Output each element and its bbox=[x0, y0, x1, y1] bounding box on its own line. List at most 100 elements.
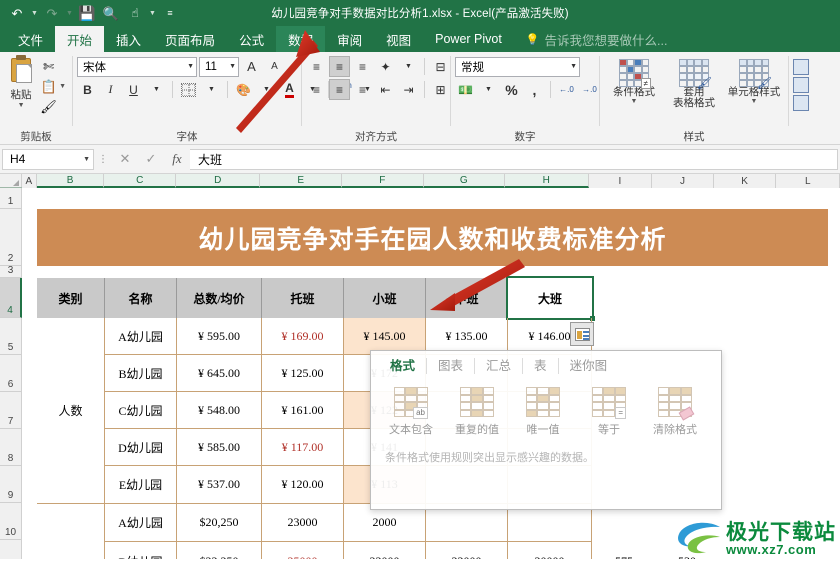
insert-cells-icon[interactable] bbox=[793, 59, 809, 75]
align-center-button[interactable]: ≡ bbox=[329, 79, 350, 100]
increase-decimal-button[interactable]: ←.0 bbox=[556, 79, 577, 100]
table-header-tuoban[interactable]: 托班 bbox=[262, 278, 344, 318]
chevron-down-icon[interactable]: ▼ bbox=[83, 156, 90, 163]
row-header-3[interactable]: 3 bbox=[0, 266, 22, 278]
column-header-G[interactable]: G bbox=[424, 174, 506, 188]
quick-analysis-item-list[interactable]: ab 文本包含 重复的值 唯一值 bbox=[371, 381, 721, 437]
wrap-text-button[interactable]: ⊟ bbox=[430, 56, 451, 77]
quick-analysis-popup[interactable]: 格式 图表 汇总 表 迷你图 ab 文本包含 bbox=[370, 350, 722, 510]
decrease-indent-button[interactable]: ⇤ bbox=[375, 79, 396, 100]
redo-dropdown-icon[interactable]: ▼ bbox=[65, 10, 74, 17]
ribbon-tab-bar[interactable]: 文件 开始 插入 页面布局 公式 数据 审阅 视图 Power Pivot 💡 … bbox=[0, 26, 840, 52]
column-header-F[interactable]: F bbox=[342, 174, 424, 188]
select-all-button[interactable] bbox=[0, 174, 22, 187]
table-cell-total[interactable]: ¥ 595.00 bbox=[177, 318, 262, 355]
category-cell-people[interactable]: 人数 bbox=[37, 318, 105, 504]
cell-styles-button[interactable]: 🖌 单元格样式 ▼ bbox=[725, 57, 783, 105]
orientation-button[interactable]: ✦ bbox=[375, 56, 396, 77]
table-header-daban[interactable]: 大班 bbox=[508, 278, 592, 318]
grid-cells-area[interactable]: 幼儿园竞争对手在园人数和收费标准分析 类别 名称 总数/均价 托班 小班 中班 … bbox=[22, 188, 840, 559]
column-header-C[interactable]: C bbox=[104, 174, 176, 188]
quick-access-toolbar[interactable]: ↶ ▼ ↷ ▼ 💾 🔍 ☝ ▼ ≡ bbox=[0, 3, 181, 23]
percent-style-button[interactable]: % bbox=[501, 79, 522, 100]
tab-view[interactable]: 视图 bbox=[374, 26, 423, 52]
increase-indent-button[interactable]: ⇥ bbox=[398, 79, 419, 100]
accounting-format-button[interactable]: 💵 bbox=[455, 79, 476, 100]
row-header-11[interactable]: 11 bbox=[0, 540, 22, 559]
column-header-I[interactable]: I bbox=[589, 174, 653, 188]
formula-input[interactable]: 大班 bbox=[190, 149, 838, 170]
column-header-A[interactable]: A bbox=[22, 174, 37, 188]
table-cell-total[interactable]: ¥ 645.00 bbox=[177, 355, 262, 392]
copy-dropdown-icon[interactable]: ▼ bbox=[59, 83, 66, 90]
row-header-4[interactable]: 4 bbox=[0, 278, 22, 318]
row-header-10[interactable]: 10 bbox=[0, 503, 22, 540]
align-bottom-button[interactable]: ≡ bbox=[352, 56, 373, 77]
table-cell-total[interactable]: ¥ 548.00 bbox=[177, 392, 262, 429]
qa-tab-tables[interactable]: 表 bbox=[523, 356, 558, 376]
column-header-K[interactable]: K bbox=[714, 174, 777, 188]
conditional-formatting-button[interactable]: ≠ 条件格式 ▼ bbox=[605, 57, 663, 105]
row-header-6[interactable]: 6 bbox=[0, 355, 22, 392]
confirm-formula-button[interactable]: ✓ bbox=[138, 149, 164, 170]
tab-home[interactable]: 开始 bbox=[55, 26, 104, 52]
merge-center-button[interactable]: ⊞ bbox=[430, 79, 451, 100]
row-header-1[interactable]: 1 bbox=[0, 188, 22, 209]
worksheet[interactable]: A B C D E F G H I J K L 1 2 3 4 5 6 7 8 … bbox=[0, 174, 840, 559]
row-header-7[interactable]: 7 bbox=[0, 392, 22, 429]
table-cell-tuoban[interactable]: 25000 bbox=[262, 542, 344, 559]
tab-data[interactable]: 数据 bbox=[276, 26, 325, 52]
orientation-dropdown-icon[interactable]: ▼ bbox=[398, 56, 419, 77]
table-cell-total[interactable]: ¥ 537.00 bbox=[177, 466, 262, 504]
row-header-column[interactable]: 1 2 3 4 5 6 7 8 9 10 11 bbox=[0, 188, 22, 559]
table-cell-zhongban[interactable]: 22000 bbox=[426, 542, 508, 559]
table-cell-tuoban[interactable]: ¥ 169.00 bbox=[262, 318, 344, 355]
undo-icon[interactable]: ↶ bbox=[6, 3, 28, 23]
qa-tab-formatting[interactable]: 格式 bbox=[379, 356, 426, 376]
qa-item-duplicate-values[interactable]: 重复的值 bbox=[445, 387, 509, 437]
tell-me-box[interactable]: 💡 告诉我您想要做什么... bbox=[514, 26, 680, 52]
save-icon[interactable]: 💾 bbox=[76, 3, 98, 23]
tab-power-pivot[interactable]: Power Pivot bbox=[423, 26, 514, 52]
qa-item-equal-to[interactable]: = 等于 bbox=[577, 387, 641, 437]
font-size-combo[interactable]: 11 ▼ bbox=[199, 57, 239, 77]
column-header-L[interactable]: L bbox=[776, 174, 840, 188]
qa-item-unique-values[interactable]: 唯一值 bbox=[511, 387, 575, 437]
fill-color-button[interactable]: 🎨 bbox=[233, 79, 254, 100]
table-cell-extra-1[interactable]: 575 bbox=[592, 542, 656, 559]
table-header-zhongban[interactable]: 中班 bbox=[426, 278, 508, 318]
table-cell-tuoban[interactable]: ¥ 117.00 bbox=[262, 429, 344, 466]
font-color-button[interactable]: A bbox=[279, 79, 300, 100]
copy-button[interactable]: 📋 ▼ bbox=[38, 77, 68, 96]
bold-button[interactable]: B bbox=[77, 79, 98, 100]
category-cell-empty[interactable] bbox=[37, 504, 105, 559]
chevron-down-icon[interactable]: ▼ bbox=[566, 63, 577, 70]
underline-button[interactable]: U bbox=[123, 79, 144, 100]
quick-analysis-tab-bar[interactable]: 格式 图表 汇总 表 迷你图 bbox=[371, 351, 721, 381]
table-cell-name[interactable]: A幼儿园 bbox=[105, 318, 177, 355]
cut-button[interactable]: ✄ bbox=[38, 57, 68, 76]
table-header-name[interactable]: 名称 bbox=[105, 278, 177, 318]
align-top-button[interactable]: ≡ bbox=[306, 56, 327, 77]
decrease-decimal-button[interactable]: →.0 bbox=[579, 79, 600, 100]
tab-review[interactable]: 审阅 bbox=[325, 26, 374, 52]
table-cell-total[interactable]: ¥ 585.00 bbox=[177, 429, 262, 466]
table-cell-name[interactable]: C幼儿园 bbox=[105, 392, 177, 429]
column-header-E[interactable]: E bbox=[260, 174, 342, 188]
align-right-button[interactable]: ≡ bbox=[352, 79, 373, 100]
underline-dropdown-icon[interactable]: ▼ bbox=[146, 79, 167, 100]
align-middle-button[interactable]: ≡ bbox=[329, 56, 350, 77]
font-name-combo[interactable]: 宋体 ▼ bbox=[77, 57, 197, 77]
table-cell-name[interactable]: B幼儿园 bbox=[105, 355, 177, 392]
grow-font-button[interactable]: A bbox=[241, 56, 262, 77]
table-cell-name[interactable]: A幼儿园 bbox=[105, 504, 177, 542]
table-cell-total[interactable]: $20,250 bbox=[177, 504, 262, 542]
tab-formulas[interactable]: 公式 bbox=[227, 26, 276, 52]
print-preview-icon[interactable]: 🔍 bbox=[100, 3, 122, 23]
number-format-combo[interactable]: 常规 ▼ bbox=[455, 57, 580, 77]
borders-button[interactable] bbox=[178, 79, 199, 100]
qa-item-text-contains[interactable]: ab 文本包含 bbox=[379, 387, 443, 437]
tab-insert[interactable]: 插入 bbox=[104, 26, 153, 52]
column-header-B[interactable]: B bbox=[37, 174, 105, 188]
table-header-xiaoban[interactable]: 小班 bbox=[344, 278, 426, 318]
